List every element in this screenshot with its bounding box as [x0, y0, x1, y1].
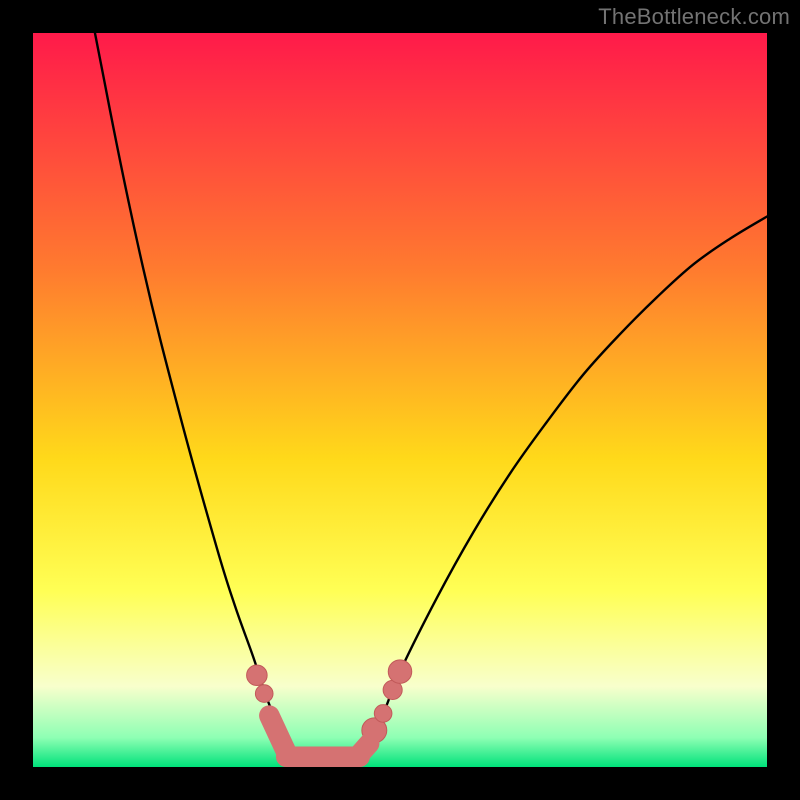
bottleneck-chart [33, 33, 767, 767]
floor-transition-right [357, 744, 369, 757]
chart-frame: TheBottleneck.com [0, 0, 800, 800]
curve-marker [388, 660, 411, 683]
curve-marker [374, 705, 392, 723]
curve-marker [247, 665, 268, 686]
gradient-background [33, 33, 767, 767]
curve-marker [255, 685, 273, 703]
plot-area [33, 33, 767, 767]
watermark-text: TheBottleneck.com [598, 4, 790, 30]
